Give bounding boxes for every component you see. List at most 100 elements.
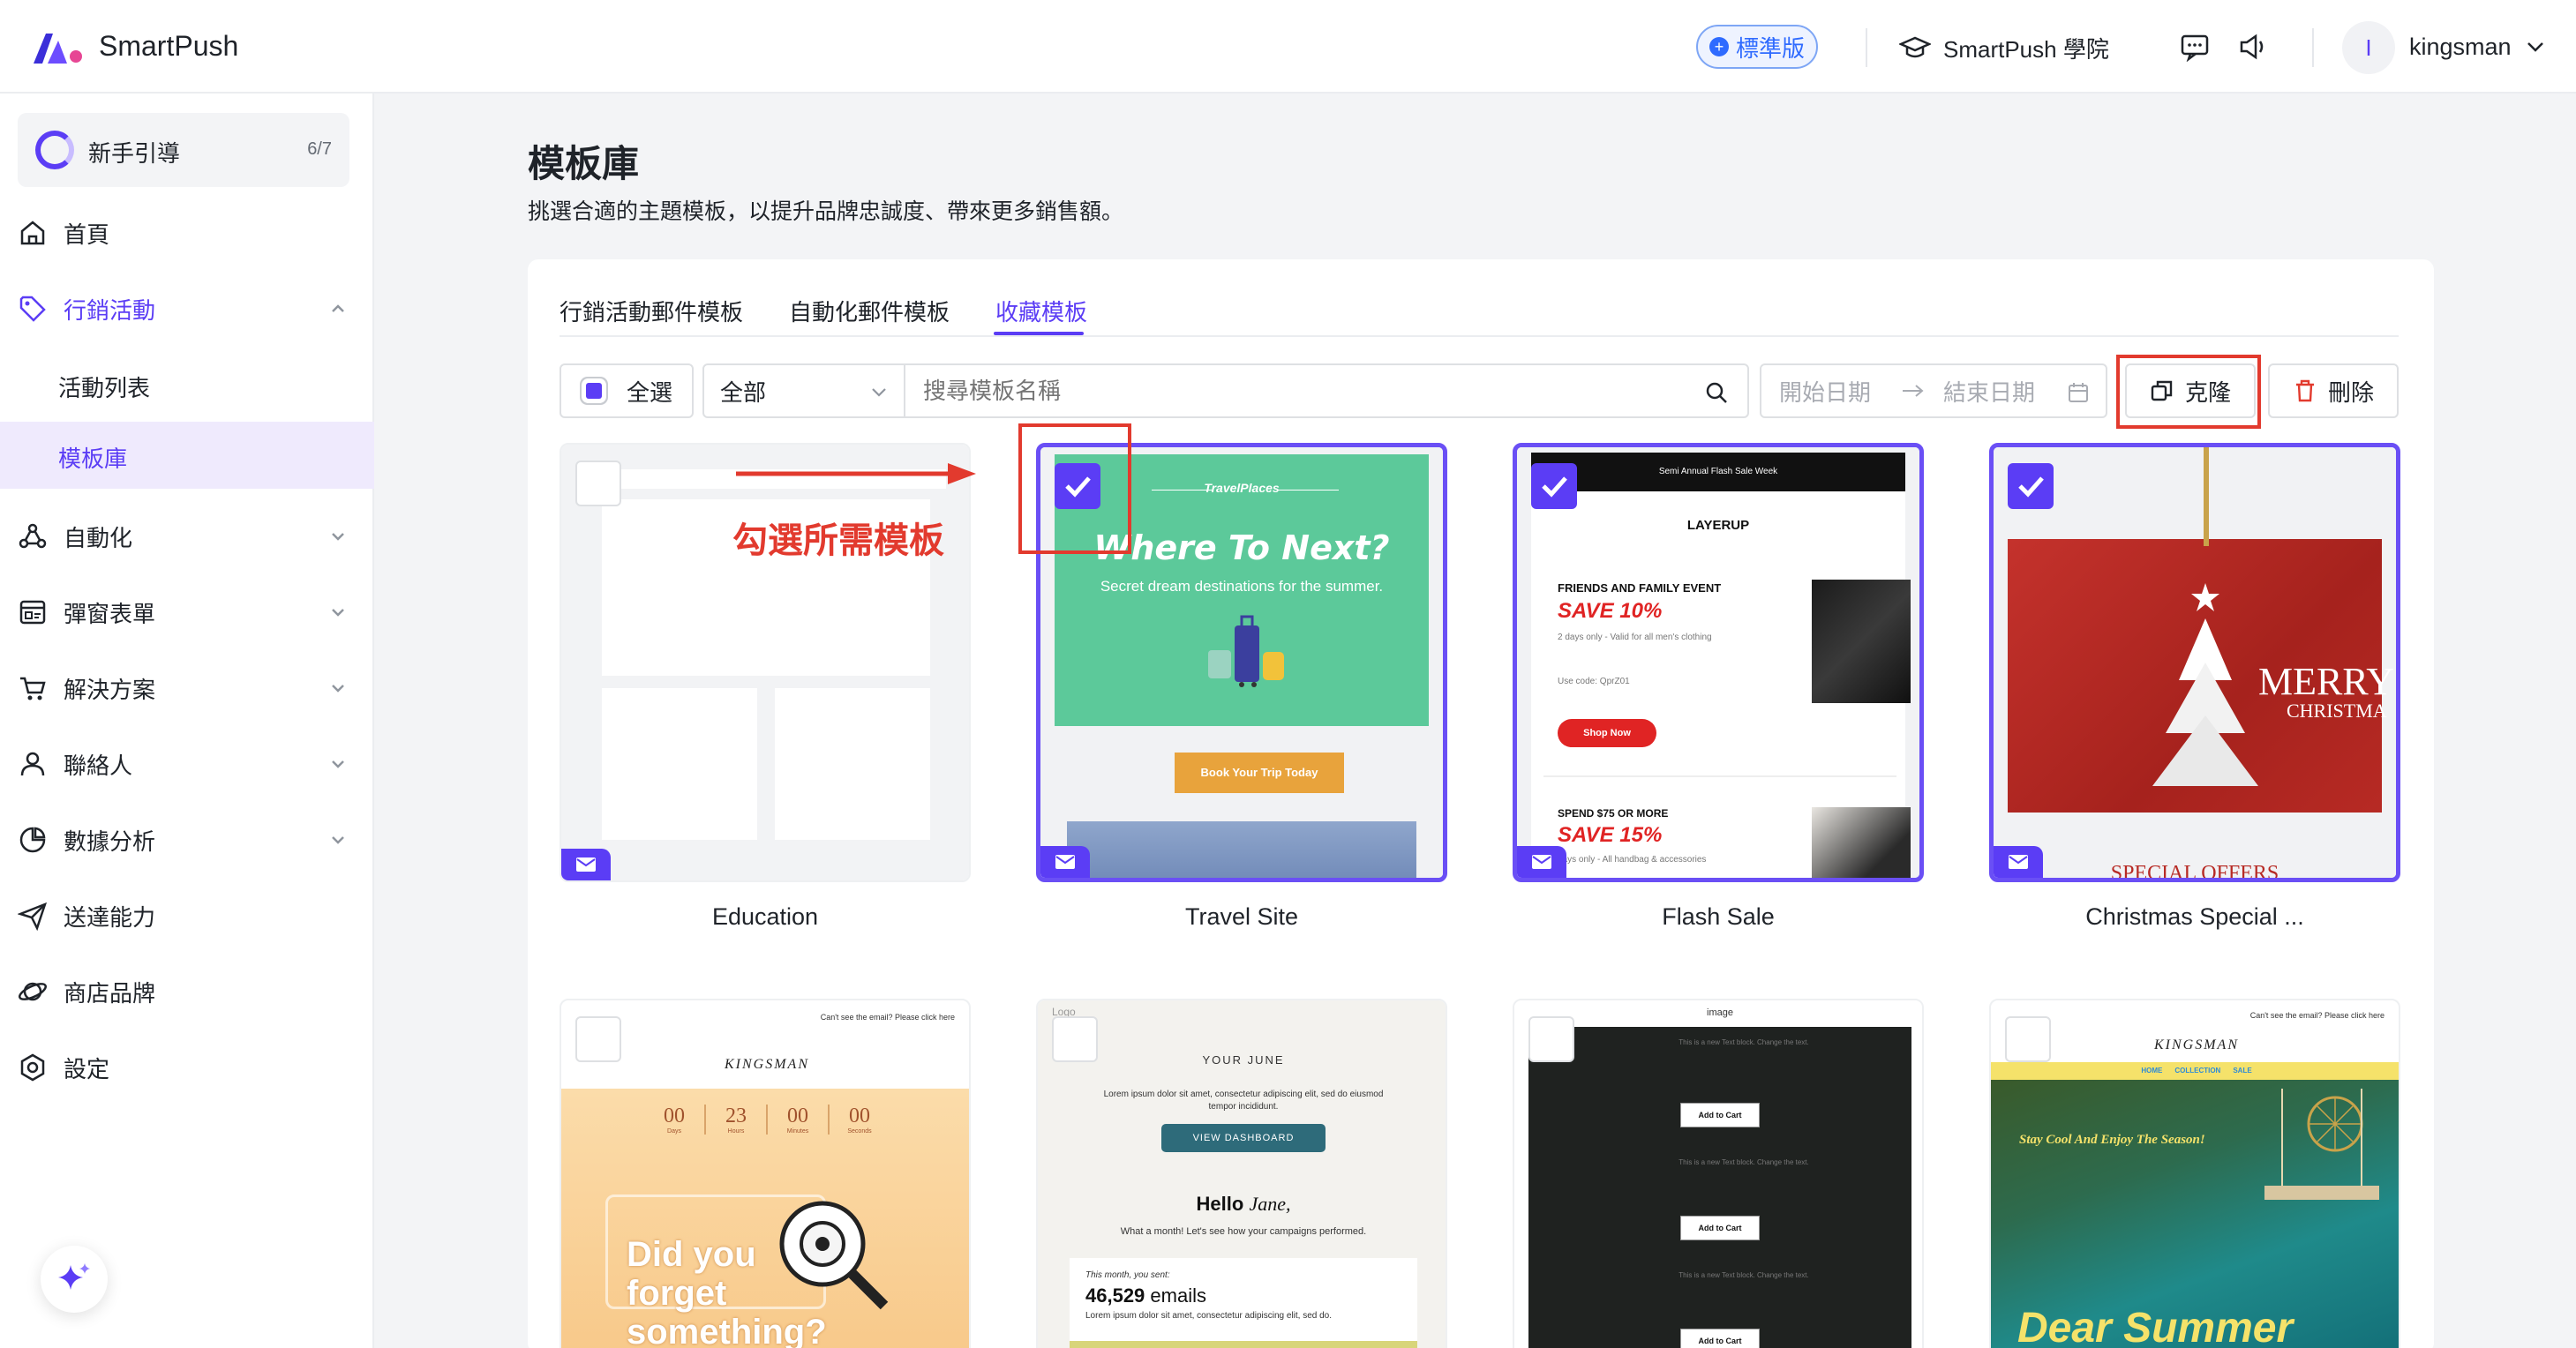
chevron-down-icon [332,760,344,768]
sidebar-item-label: 送達能力 [64,903,156,931]
academy-link[interactable]: SmartPush 學院 [1899,32,2109,64]
select-all-label: 全選 [627,378,673,406]
select-all-checkbox[interactable] [586,383,602,399]
annotation-label: 勾選所需模板 [732,521,944,560]
tag-icon [19,296,46,322]
preview-top-link: Can't see the email? Please click here [2249,1011,2384,1020]
preview-headline: Did you forget something? [627,1235,827,1348]
template-card-abandoned-cart[interactable]: Can't see the email? Please click here K… [560,999,971,1348]
template-card-flash-sale[interactable]: Semi Annual Flash Sale Week LAYERUP FRIE… [1513,443,1924,882]
tab-favorite-templates[interactable]: 收藏模板 [995,295,1087,327]
sidebar-item-automation[interactable]: 自動化 [0,503,374,570]
sidebar-item-deliverability[interactable]: 送達能力 [0,882,374,949]
pie-icon [19,827,46,853]
sidebar-item-home[interactable]: 首頁 [0,199,374,266]
preview-save: SAVE 10% [1558,599,1663,623]
template-card-travel-site[interactable]: TravelPlaces Where To Next? Secret dream… [1036,443,1447,882]
template-checkbox[interactable] [1052,1016,1098,1062]
start-date-field[interactable]: 開始日期 [1779,375,1871,408]
sidebar-item-popup-forms[interactable]: 彈窗表單 [0,579,374,646]
preview-nav-item: COLLECTION [2174,1067,2221,1075]
preview-bottom: SPECIAL OFFERS [2110,862,2279,882]
christmas-tree-icon [2152,583,2258,786]
message-icon[interactable] [2180,32,2210,62]
delete-button[interactable]: 刪除 [2268,363,2399,418]
sidebar-item-analytics[interactable]: 數據分析 [0,806,374,873]
sidebar-item-settings[interactable]: 設定 [0,1034,374,1101]
template-checkbox-checked[interactable] [1531,463,1577,509]
sidebar-item-store-brand[interactable]: 商店品牌 [0,958,374,1025]
email-type-icon [1994,846,2043,878]
smartpush-logo-icon[interactable] [32,30,83,65]
filter-select[interactable]: 全部 [702,363,905,418]
template-name: Education [711,903,819,930]
preview-sent-value: 46,529 [1085,1284,1145,1307]
username[interactable]: kingsman [2409,34,2512,61]
active-tab-indicator [994,332,1084,335]
search-box[interactable] [904,363,1749,418]
template-card-christmas-special[interactable]: MERRY CHRISTMA SPECIAL OFFERS [1989,443,2400,882]
preview-nav-item: HOME [2141,1067,2163,1075]
preview-body: Lorem ipsum dolor sit amet, consectetur … [1103,1090,1384,1112]
chevron-up-icon [332,304,344,312]
template-checkbox-checked[interactable] [1055,463,1100,509]
trash-icon [2295,379,2314,402]
sidebar-item-solutions[interactable]: 解決方案 [0,655,374,722]
select-all-button[interactable]: 全選 [560,363,694,418]
template-checkbox[interactable] [575,461,621,506]
tab-marketing-templates[interactable]: 行銷活動郵件模板 [560,295,743,327]
preview-image-label: image [1707,1007,1733,1018]
divider [2312,28,2314,67]
preview-top-banner: Semi Annual Flash Sale Week [1531,453,1905,491]
home-icon [20,221,45,245]
template-card-education[interactable] [560,443,971,882]
plan-badge[interactable]: + 標準版 [1696,25,1818,69]
announcement-icon[interactable] [2238,32,2268,62]
preview-tagline: Stay Cool And Enjoy The Season! [2019,1133,2205,1147]
timer-value: 00 [787,1105,808,1127]
preview-top-link: Can't see the email? Please click here [820,1013,955,1022]
end-date-field[interactable]: 結束日期 [1943,375,2035,408]
onboarding-guide[interactable]: 新手引導 6/7 [18,113,349,187]
check-icon [1542,476,1567,498]
sidebar-subitem-template-library[interactable]: 模板庫 [0,422,374,489]
preview-brand: KINGSMAN [2154,1037,2239,1052]
check-icon [2018,476,2044,498]
template-card-monthly-report[interactable]: Logo YOUR JUNE Lorem ipsum dolor sit ame… [1036,999,1447,1348]
automation-icon [19,523,47,549]
chevron-down-icon[interactable] [2524,35,2547,58]
chevron-down-icon [332,609,344,617]
settings-icon [20,1053,45,1082]
app-name[interactable]: SmartPush [99,30,238,63]
template-checkbox-checked[interactable] [2008,463,2054,509]
preview-cta: Add to Cart [1680,1216,1760,1240]
sidebar-item-marketing[interactable]: 行銷活動 [0,275,374,342]
template-checkbox[interactable] [1528,1016,1574,1062]
preview-recipient-name: Jane, [1249,1193,1291,1215]
check-icon [1065,476,1091,498]
preview-lorem: Lorem ipsum dolor sit amet, consectetur … [1085,1311,1333,1321]
template-checkbox[interactable] [575,1016,621,1062]
tab-automation-templates[interactable]: 自動化郵件模板 [789,295,950,327]
template-card-product-list[interactable]: image This is a new Text block. Change t… [1513,999,1924,1348]
preview-sent-label: This month, you sent: [1085,1270,1170,1280]
ai-assistant-button[interactable] [41,1246,108,1313]
template-checkbox[interactable] [2005,1016,2051,1062]
preview-code: Use code: QprZ01 [1558,677,1630,686]
template-preview: MERRY CHRISTMA SPECIAL OFFERS [1994,447,2396,878]
annotation-arrow-icon [736,463,976,484]
search-input[interactable] [923,377,1682,405]
template-name: Travel Site [1184,903,1299,930]
sidebar-subitem-campaign-list[interactable]: 活動列表 [0,351,374,418]
sidebar-item-label: 解決方案 [64,676,156,703]
email-type-icon [561,849,611,880]
preview-nav: HOME COLLECTION SALE [1991,1062,2399,1080]
timer-value: 00 [849,1105,870,1127]
sidebar-item-contacts[interactable]: 聯絡人 [0,730,374,798]
search-icon[interactable] [1703,379,1730,406]
template-name: Christmas Special ... [2085,903,2304,930]
date-range-picker[interactable]: 開始日期 結束日期 [1760,363,2107,418]
template-card-dear-summer[interactable]: Can't see the email? Please click here K… [1989,999,2400,1348]
plan-label: 標準版 [1735,34,1805,62]
avatar[interactable]: I [2342,21,2395,74]
